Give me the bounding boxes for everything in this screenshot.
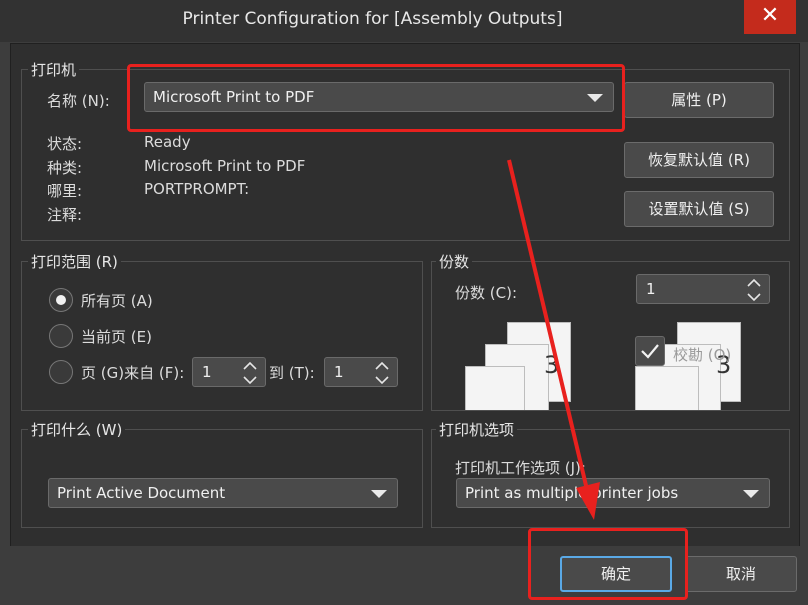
to-page-label: 到 (T): (269, 364, 315, 382)
set-defaults-button[interactable]: 设置默认值 (S) (624, 191, 774, 227)
chevron-down-icon (587, 94, 603, 102)
dialog-client-area: 打印机 名称 (N): Microsoft Print to PDF 属性 (P… (10, 43, 800, 547)
comment-label: 注释: (47, 206, 83, 224)
page-range-label[interactable]: 页 (G)来自 (F): (81, 362, 184, 383)
copies-label: 份数 (C): (455, 284, 517, 302)
radio-all-pages[interactable] (49, 288, 73, 312)
from-page-stepper[interactable]: 1 (192, 357, 266, 387)
printer-options-title: 打印机选项 (436, 419, 518, 440)
all-pages-label[interactable]: 所有页 (A) (81, 290, 153, 311)
page-preview-collated (635, 366, 699, 410)
properties-button[interactable]: 属性 (P) (624, 82, 774, 118)
print-what-dropdown[interactable]: Print Active Document (48, 478, 398, 508)
to-page-stepper[interactable]: 1 (324, 357, 398, 387)
preview-digit: 3 (544, 351, 560, 379)
collate-checkbox[interactable] (635, 336, 665, 366)
stepper-arrows-icon (375, 361, 389, 385)
print-range-title: 打印范围 (R) (28, 251, 121, 272)
window-title: Printer Configuration for [Assembly Outp… (182, 9, 563, 29)
printer-name-dropdown[interactable]: Microsoft Print to PDF (144, 82, 614, 112)
current-page-label[interactable]: 当前页 (E) (81, 326, 152, 347)
from-page-value: 1 (202, 363, 212, 381)
printer-name-label: 名称 (N): (47, 92, 110, 110)
status-value: Ready (144, 133, 191, 151)
print-what-title: 打印什么 (W) (28, 419, 126, 440)
type-value: Microsoft Print to PDF (144, 157, 306, 175)
printer-name-value: Microsoft Print to PDF (153, 88, 315, 106)
page-preview-uncollated (465, 366, 525, 410)
printer-config-dialog: Printer Configuration for [Assembly Outp… (0, 0, 808, 605)
restore-defaults-button[interactable]: 恢复默认值 (R) (624, 142, 774, 178)
copies-stepper[interactable]: 1 (636, 274, 770, 304)
dialog-footer: 确定 取消 (0, 546, 808, 605)
copies-group-title: 份数 (436, 251, 473, 272)
printer-group-title: 打印机 (28, 59, 80, 80)
checkmark-icon (641, 344, 659, 359)
radio-page-range[interactable] (49, 360, 73, 384)
to-page-value: 1 (334, 363, 344, 381)
close-icon[interactable]: ✕ (744, 0, 796, 34)
title-bar[interactable]: Printer Configuration for [Assembly Outp… (0, 0, 808, 42)
collate-label[interactable]: 校勘 (O) (673, 344, 731, 365)
ok-button[interactable]: 确定 (560, 556, 672, 592)
stepper-arrows-icon (243, 361, 257, 385)
radio-current-page[interactable] (49, 324, 73, 348)
chevron-down-icon (743, 490, 759, 498)
type-label: 种类: (47, 159, 83, 177)
where-label: 哪里: (47, 182, 83, 200)
cancel-button[interactable]: 取消 (685, 556, 797, 592)
job-options-value: Print as multiple printer jobs (465, 484, 679, 502)
stepper-arrows-icon (747, 278, 761, 302)
job-options-dropdown[interactable]: Print as multiple printer jobs (456, 478, 770, 508)
status-label: 状态: (47, 135, 83, 153)
copies-value: 1 (646, 280, 656, 298)
job-options-label: 打印机工作选项 (J): (455, 459, 586, 477)
chevron-down-icon (371, 490, 387, 498)
print-what-value: Print Active Document (57, 484, 226, 502)
where-value: PORTPROMPT: (144, 180, 250, 198)
